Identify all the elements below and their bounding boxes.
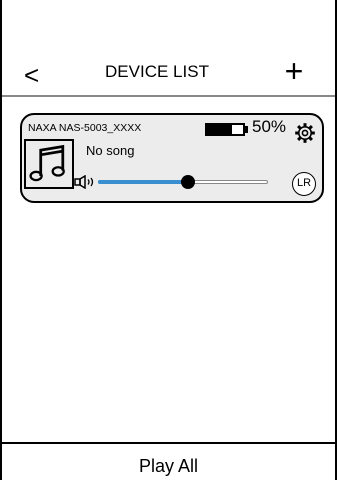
add-device-button[interactable]: + xyxy=(279,55,309,89)
battery-icon xyxy=(205,123,245,136)
device-card[interactable]: NAXA NAS-5003_XXXX 50% No song LR xyxy=(20,113,324,203)
device-list-screen: < DEVICE LIST + NAXA NAS-5003_XXXX 50% N… xyxy=(0,0,337,480)
page-title: DEVICE LIST xyxy=(105,62,209,81)
play-all-label: Play All xyxy=(138,456,199,476)
volume-slider[interactable] xyxy=(98,170,268,194)
device-name: NAXA NAS-5003_XXXX xyxy=(28,122,142,134)
song-title: No song xyxy=(86,143,135,158)
battery-tip xyxy=(244,126,248,133)
channel-lr-button[interactable]: LR xyxy=(292,172,316,196)
battery-percent: 50% xyxy=(252,117,287,136)
battery-fill xyxy=(207,125,233,134)
volume-fill xyxy=(98,180,189,184)
gear-icon[interactable] xyxy=(294,122,316,144)
back-button[interactable]: < xyxy=(24,60,44,90)
speaker-icon[interactable] xyxy=(74,175,100,189)
header-bar: < DEVICE LIST + xyxy=(2,0,335,97)
play-all-button[interactable]: Play All xyxy=(2,442,335,482)
volume-thumb[interactable] xyxy=(181,175,196,189)
music-note-icon xyxy=(24,139,74,189)
